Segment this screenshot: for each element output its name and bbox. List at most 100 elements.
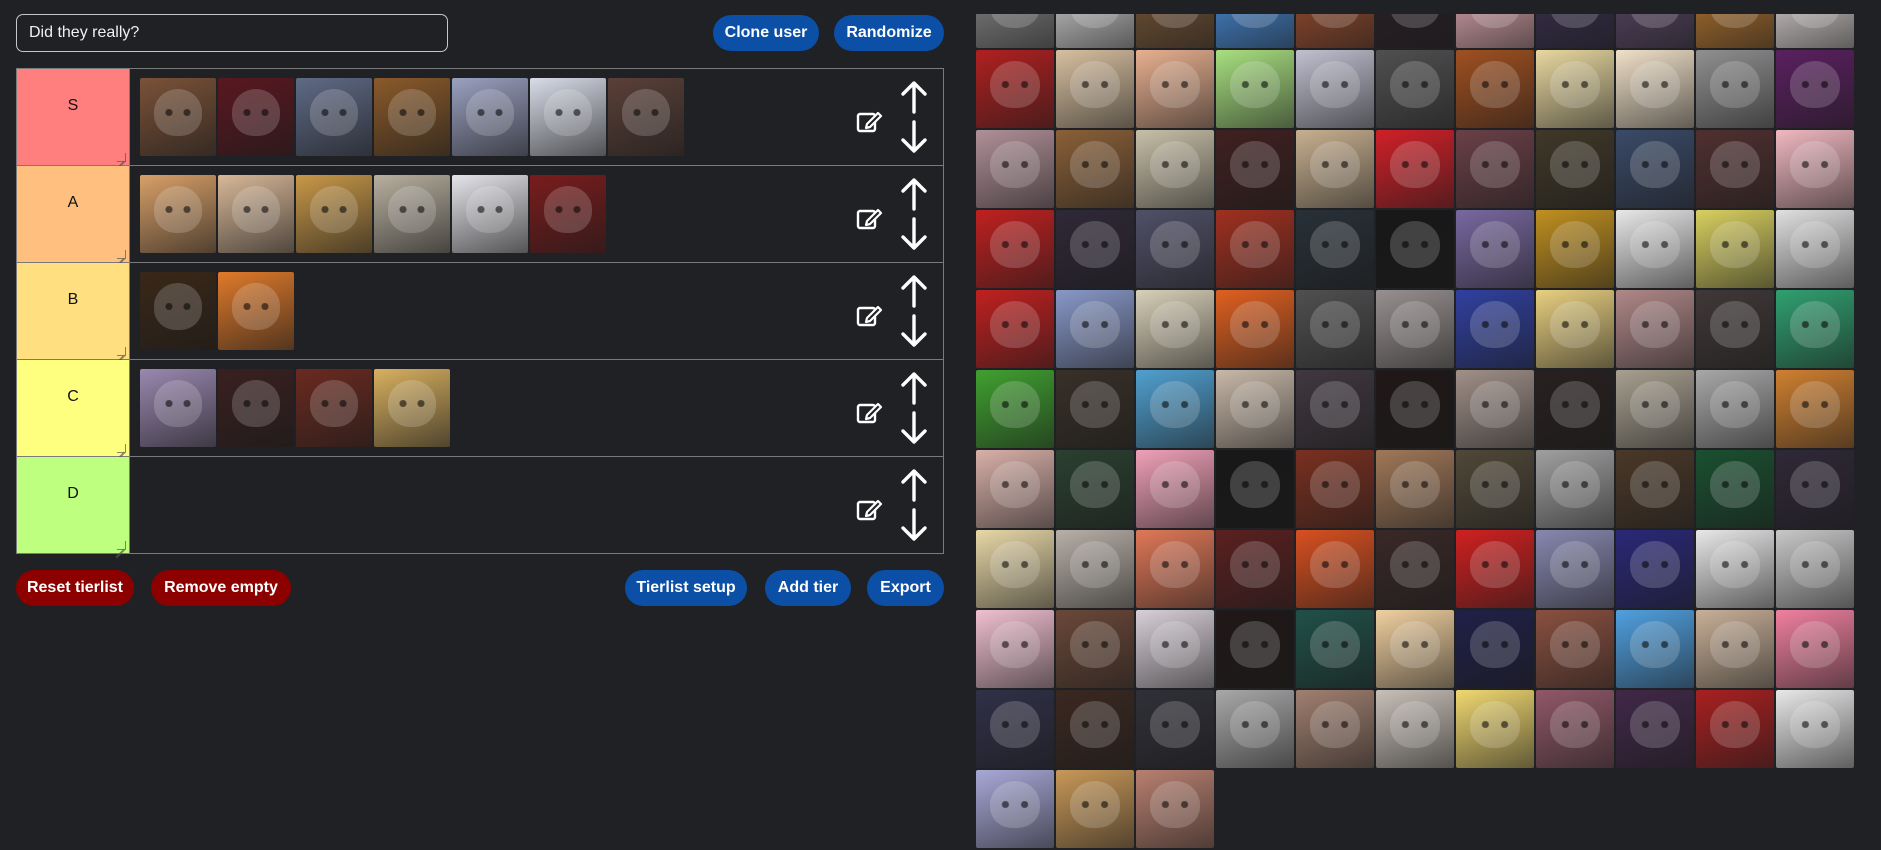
avatar-tile[interactable] — [1696, 210, 1774, 288]
avatar-tile[interactable] — [1376, 210, 1454, 288]
avatar-tile[interactable] — [1456, 210, 1534, 288]
avatar-tile[interactable] — [1136, 50, 1214, 128]
avatar-tile[interactable] — [1696, 130, 1774, 208]
avatar-tile[interactable] — [1136, 290, 1214, 368]
avatar-tile[interactable] — [976, 50, 1054, 128]
avatar-tile[interactable] — [1536, 14, 1614, 48]
avatar-tile[interactable] — [530, 175, 606, 253]
avatar-tile[interactable] — [1136, 610, 1214, 688]
avatar-tile[interactable] — [1296, 130, 1374, 208]
avatar-tile[interactable] — [1456, 290, 1534, 368]
avatar-tile[interactable] — [1056, 530, 1134, 608]
avatar-tile[interactable] — [1136, 370, 1214, 448]
avatar-tile[interactable] — [1536, 210, 1614, 288]
avatar-tile[interactable] — [976, 210, 1054, 288]
avatar-tile[interactable] — [1616, 50, 1694, 128]
reset-tierlist-button[interactable]: Reset tierlist — [16, 570, 134, 606]
avatar-tile[interactable] — [218, 369, 294, 447]
avatar-tile[interactable] — [1216, 210, 1294, 288]
avatar-tile[interactable] — [218, 272, 294, 350]
avatar-tile[interactable] — [1376, 50, 1454, 128]
avatar-tile[interactable] — [1296, 290, 1374, 368]
avatar-tile[interactable] — [1056, 610, 1134, 688]
avatar-tile[interactable] — [218, 175, 294, 253]
avatar-tile[interactable] — [1536, 370, 1614, 448]
avatar-tile[interactable] — [1056, 770, 1134, 848]
avatar-tile[interactable] — [452, 175, 528, 253]
avatar-tile[interactable] — [1216, 370, 1294, 448]
avatar-tile[interactable] — [1776, 210, 1854, 288]
avatar-tile[interactable] — [1616, 370, 1694, 448]
arrow-up-icon[interactable] — [899, 79, 929, 115]
arrow-down-icon[interactable] — [899, 216, 929, 252]
avatar-tile[interactable] — [1616, 450, 1694, 528]
avatar-tile[interactable] — [1616, 290, 1694, 368]
avatar-tile[interactable] — [1456, 690, 1534, 768]
clone-user-button[interactable]: Clone user — [713, 15, 819, 51]
avatar-tile[interactable] — [1056, 14, 1134, 48]
avatar-tile[interactable] — [218, 78, 294, 156]
avatar-tile[interactable] — [1536, 530, 1614, 608]
tier-label[interactable]: S — [17, 69, 130, 165]
avatar-tile[interactable] — [1536, 450, 1614, 528]
tier-label[interactable]: C — [17, 360, 130, 456]
avatar-tile[interactable] — [1536, 290, 1614, 368]
avatar-tile[interactable] — [976, 690, 1054, 768]
avatar-tile[interactable] — [1296, 370, 1374, 448]
avatar-tile[interactable] — [1776, 130, 1854, 208]
avatar-tile[interactable] — [1216, 290, 1294, 368]
avatar-tile[interactable] — [1216, 130, 1294, 208]
avatar-tile[interactable] — [1056, 50, 1134, 128]
tierlist-setup-button[interactable]: Tierlist setup — [625, 570, 747, 606]
avatar-tile[interactable] — [1216, 690, 1294, 768]
avatar-tile[interactable] — [140, 78, 216, 156]
avatar-tile[interactable] — [1456, 50, 1534, 128]
avatar-tile[interactable] — [1216, 450, 1294, 528]
avatar-tile[interactable] — [1696, 530, 1774, 608]
edit-icon[interactable] — [855, 495, 883, 523]
avatar-tile[interactable] — [1776, 690, 1854, 768]
tier-label[interactable]: B — [17, 263, 130, 359]
randomize-button[interactable]: Randomize — [834, 15, 944, 51]
avatar-tile[interactable] — [1776, 290, 1854, 368]
avatar-tile[interactable] — [1776, 610, 1854, 688]
avatar-tile[interactable] — [1136, 530, 1214, 608]
avatar-tile[interactable] — [1216, 610, 1294, 688]
resize-handle-icon[interactable] — [117, 347, 126, 356]
avatar-tile[interactable] — [976, 450, 1054, 528]
avatar-tile[interactable] — [1136, 210, 1214, 288]
arrow-down-icon[interactable] — [899, 313, 929, 349]
avatar-tile[interactable] — [1056, 130, 1134, 208]
avatar-tile[interactable] — [1456, 530, 1534, 608]
arrow-down-icon[interactable] — [899, 410, 929, 446]
avatar-tile[interactable] — [1296, 210, 1374, 288]
avatar-tile[interactable] — [1216, 50, 1294, 128]
add-tier-button[interactable]: Add tier — [765, 570, 851, 606]
avatar-tile[interactable] — [976, 610, 1054, 688]
avatar-tile[interactable] — [976, 14, 1054, 48]
avatar-tile[interactable] — [1616, 210, 1694, 288]
avatar-tile[interactable] — [1136, 130, 1214, 208]
edit-icon[interactable] — [855, 301, 883, 329]
avatar-tile[interactable] — [976, 290, 1054, 368]
avatar-tile[interactable] — [976, 370, 1054, 448]
avatar-tile[interactable] — [1696, 450, 1774, 528]
resize-handle-icon[interactable] — [117, 444, 126, 453]
avatar-tile[interactable] — [1696, 50, 1774, 128]
tier-label[interactable]: D — [17, 457, 130, 553]
avatar-tile[interactable] — [1296, 14, 1374, 48]
avatar-tile[interactable] — [1776, 370, 1854, 448]
avatar-tile[interactable] — [1456, 130, 1534, 208]
avatar-tile[interactable] — [1456, 610, 1534, 688]
avatar-tile[interactable] — [1616, 530, 1694, 608]
avatar-tile[interactable] — [1136, 14, 1214, 48]
avatar-tile[interactable] — [452, 78, 528, 156]
avatar-tile[interactable] — [1536, 690, 1614, 768]
avatar-tile[interactable] — [1376, 370, 1454, 448]
avatar-tile[interactable] — [1696, 690, 1774, 768]
avatar-tile[interactable] — [1696, 370, 1774, 448]
tierlist-title-input[interactable] — [16, 14, 448, 52]
avatar-tile[interactable] — [1376, 290, 1454, 368]
avatar-tile[interactable] — [1456, 370, 1534, 448]
avatar-tile[interactable] — [1616, 130, 1694, 208]
